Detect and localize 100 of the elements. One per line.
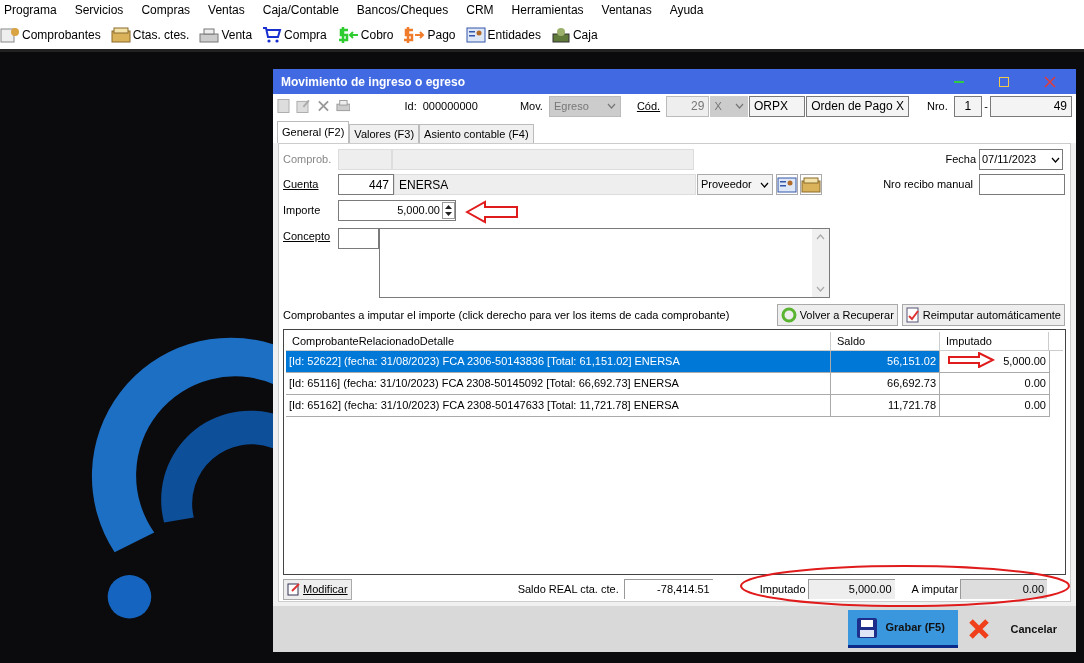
new-document-icon[interactable]	[277, 98, 290, 114]
minimize-icon[interactable]	[954, 80, 964, 83]
toolbar-button[interactable]: Ctas. ctes.	[110, 25, 190, 44]
id-label: Id:	[404, 98, 417, 114]
cuenta-link[interactable]: Cuenta	[283, 176, 338, 193]
contact-card-icon	[777, 175, 797, 194]
table-cell: [Id: 65162] (fecha: 31/10/2023) FCA 2308-50147633 [Total: 11,721.78] ENERSA	[286, 394, 831, 416]
table-cell: 66,692.73	[831, 372, 940, 394]
save-button[interactable]: Grabar (F5)	[847, 610, 958, 648]
menu-item[interactable]: Bancos/Cheques	[347, 1, 458, 19]
menu-item[interactable]: Ayuda	[660, 1, 713, 19]
annotation-arrow	[465, 200, 519, 224]
toolbar-button[interactable]: Venta	[199, 25, 253, 44]
table-cell: [Id: 65116] (fecha: 31/10/2023) FCA 2308-50145092 [Total: 66,692.73] ENERSA	[286, 372, 831, 394]
spin-down-icon[interactable]	[445, 212, 452, 217]
edit-icon[interactable]	[295, 98, 311, 114]
pending-label: A imputar	[911, 581, 959, 597]
toolbar-button[interactable]: Comprobantes	[0, 25, 101, 44]
contact-card-button[interactable]	[776, 174, 798, 195]
grid-row[interactable]: [Id: 52622] (fecha: 31/08/2023) FCA 2306-50143836 [Total: 61,151.02] ENERSA 56,151.02 5,000.00	[286, 350, 1050, 373]
receipt-number-label: Nro recibo manual	[883, 177, 973, 193]
receipt-number-field[interactable]	[979, 174, 1065, 195]
table-cell: [Id: 52622] (fecha: 31/08/2023) FCA 2306-50143836 [Total: 61,151.02] ENERSA	[286, 350, 831, 372]
annotation-arrow	[947, 352, 995, 368]
concept-text-area[interactable]	[379, 228, 830, 298]
dollar-arrow-icon	[336, 25, 359, 44]
toolbar-button[interactable]: Pago	[403, 25, 456, 44]
cancel-button[interactable]: Cancelar	[1010, 620, 1057, 638]
spin-up-icon[interactable]	[445, 204, 452, 209]
date-picker[interactable]: 07/11/2023	[979, 149, 1063, 170]
dollar-arrow-icon	[403, 25, 426, 44]
table-cell: 0.00	[940, 372, 1050, 394]
table-cell: 0.00	[940, 394, 1050, 416]
folder-icon	[801, 175, 821, 194]
grid-row[interactable]: [Id: 65162] (fecha: 31/10/2023) FCA 2308-50147633 [Total: 11,721.78] ENERSA 11,721.78 0.00	[286, 394, 1050, 417]
imputado-label: Imputado	[759, 581, 806, 597]
imputado-field: 5,000.00	[807, 579, 895, 600]
toolbar-button[interactable]: Caja	[550, 25, 598, 44]
contact-card-icon	[465, 25, 486, 44]
column-header[interactable]: Saldo	[831, 331, 940, 350]
balance-label: Saldo REAL cta. cte.	[517, 581, 619, 597]
column-header[interactable]: Imputado	[940, 331, 1049, 350]
amount-spinner[interactable]: 5,000.00	[338, 200, 456, 221]
grid-caption: Comprobantes a imputar el importe (click derecho para ver los items de cada comprobante)	[283, 307, 731, 323]
account-code-field[interactable]: 447	[338, 174, 394, 195]
pending-field: 0.00	[960, 579, 1048, 600]
window-title: Movimiento de ingreso o egreso	[281, 73, 467, 91]
separator-text: -	[984, 98, 988, 114]
number-field[interactable]: 49	[989, 95, 1072, 117]
print-icon[interactable]	[335, 98, 351, 114]
concepto-link[interactable]: Concepto	[283, 228, 338, 298]
cod-label[interactable]: Cód.	[636, 97, 661, 115]
chevron-down-icon[interactable]	[1051, 156, 1060, 163]
tab[interactable]: Valores (F3)	[349, 124, 420, 143]
column-header[interactable]: ComprobanteRelacionadoDetalle	[286, 331, 831, 350]
toolbar-button[interactable]: Cobro	[336, 25, 394, 44]
close-icon[interactable]	[966, 617, 991, 641]
folder-icon	[110, 25, 131, 44]
menu-item[interactable]: Programa	[0, 1, 66, 19]
menu-item[interactable]: CRM	[457, 1, 503, 19]
menu-item[interactable]: Herramientas	[502, 1, 593, 19]
nro-label: Nro.	[926, 98, 948, 114]
tab[interactable]: General (F2)	[277, 121, 350, 143]
tab[interactable]: Asiento contable (F4)	[419, 124, 534, 143]
modify-button[interactable]: Modificar	[283, 578, 352, 600]
folder-button[interactable]	[800, 174, 822, 195]
menu-item[interactable]: Caja/Contable	[253, 1, 348, 19]
importe-label: Importe	[283, 203, 322, 219]
table-cell: 11,721.78	[831, 394, 940, 416]
comprob-label: Comprob.	[283, 152, 333, 168]
menu-item[interactable]: Ventas	[199, 1, 254, 19]
spin-buttons[interactable]	[442, 202, 455, 219]
comprob-field	[338, 149, 392, 170]
cod-field[interactable]: 29	[666, 95, 710, 117]
chevron-up-icon[interactable]	[816, 234, 825, 240]
balance-field: -78,414.51	[623, 579, 713, 600]
name-field[interactable]: Orden de Pago X	[806, 95, 909, 117]
toolbar-button[interactable]: Compra	[262, 25, 327, 44]
prefix-field[interactable]: 1	[953, 95, 983, 117]
concept-code-field[interactable]	[338, 228, 379, 249]
menu-item[interactable]: Servicios	[65, 1, 133, 19]
mov-label: Mov.	[519, 98, 543, 114]
maximize-icon[interactable]	[999, 76, 1009, 87]
cart-icon	[262, 25, 283, 44]
auto-assign-button[interactable]: Reimputar automáticamente	[901, 303, 1065, 326]
edit-document-icon	[287, 582, 301, 597]
grid-row[interactable]: [Id: 65116] (fecha: 31/10/2023) FCA 2308-50145092 [Total: 66,692.73] ENERSA 66,692.73 0.00	[286, 372, 1050, 395]
chevron-down-icon[interactable]	[760, 181, 769, 188]
account-type-dropdown[interactable]: Proveedor	[697, 174, 773, 195]
document-icon	[0, 25, 20, 44]
delete-icon[interactable]	[316, 99, 330, 113]
menu-item[interactable]: Ventanas	[592, 1, 661, 19]
fecha-label: Fecha	[945, 152, 976, 168]
code-field[interactable]: ORPX	[749, 95, 806, 117]
account-name-field[interactable]: ENERSA	[394, 174, 696, 195]
id-value: 000000000	[422, 98, 479, 114]
menu-item[interactable]: Compras	[132, 1, 200, 19]
toolbar-button[interactable]: Entidades	[465, 25, 541, 44]
reload-button[interactable]: Volver a Recuperar	[776, 303, 898, 326]
checklist-icon	[905, 306, 920, 323]
